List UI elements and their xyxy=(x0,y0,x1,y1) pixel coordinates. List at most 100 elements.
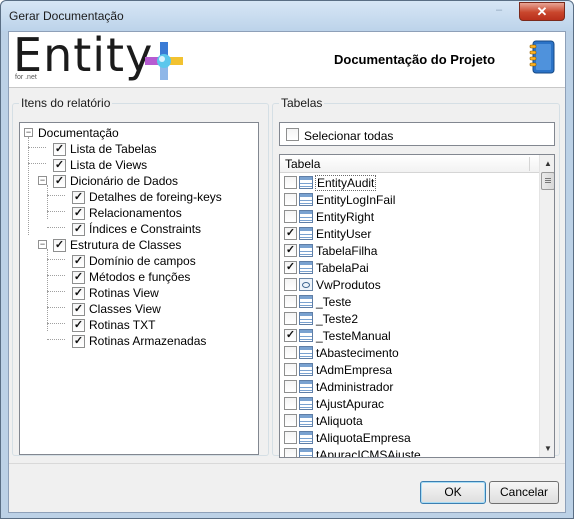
dialog-heading: Documentação do Projeto xyxy=(334,52,496,67)
checkbox-checked-icon[interactable]: ✓ xyxy=(72,207,85,220)
tree-node-dominio-campos[interactable]: ✓ Domínio de campos xyxy=(20,253,256,269)
table-row[interactable]: ✓ TabelaFilha xyxy=(280,242,539,259)
dialog-window: Gerar Documentação – ✕ Entity for .net D… xyxy=(0,0,574,519)
checkbox-unchecked-icon[interactable] xyxy=(284,210,297,223)
table-row[interactable]: _Teste xyxy=(280,293,539,310)
tree-node-classes-view[interactable]: ✓ Classes View xyxy=(20,301,256,317)
checkbox-checked-icon[interactable]: ✓ xyxy=(72,271,85,284)
table-icon xyxy=(299,295,313,308)
checkbox-checked-icon[interactable]: ✓ xyxy=(72,319,85,332)
checkbox-checked-icon[interactable]: ✓ xyxy=(72,287,85,300)
table-name: tAjustApurac xyxy=(316,397,385,411)
table-icon xyxy=(299,193,313,206)
checkbox-unchecked-icon[interactable] xyxy=(284,278,297,291)
checkbox-checked-icon[interactable]: ✓ xyxy=(53,143,66,156)
tree-node-dicionario-dados[interactable]: − ✓ Dicionário de Dados xyxy=(20,173,256,189)
table-row[interactable]: tAliquotaEmpresa xyxy=(280,429,539,446)
checkbox-unchecked-icon[interactable] xyxy=(284,397,297,410)
collapse-icon[interactable]: − xyxy=(38,176,47,185)
tree-node-rotinas-view[interactable]: ✓ Rotinas View xyxy=(20,285,256,301)
checkbox-checked-icon[interactable]: ✓ xyxy=(72,255,85,268)
column-header-tabela[interactable]: Tabela xyxy=(285,157,320,171)
checkbox-checked-icon[interactable]: ✓ xyxy=(72,335,85,348)
report-items-group: Itens do relatório − Documentação ✓ List… xyxy=(12,96,269,456)
tables-grid[interactable]: Tabela EntityAudit EntityLogInFail EntityR… xyxy=(279,154,555,458)
tree-node-label: Índices e Constraints xyxy=(89,222,202,236)
checkbox-unchecked-icon[interactable] xyxy=(284,380,297,393)
tree-node-relacionamentos[interactable]: ✓ Relacionamentos xyxy=(20,205,256,221)
table-icon xyxy=(299,380,313,393)
checkbox-checked-icon[interactable]: ✓ xyxy=(284,244,297,257)
table-row[interactable]: EntityAudit xyxy=(280,174,539,191)
table-row[interactable]: VwProdutos xyxy=(280,276,539,293)
checkbox-checked-icon[interactable]: ✓ xyxy=(53,175,66,188)
checkbox-unchecked-icon[interactable] xyxy=(284,363,297,376)
table-row[interactable]: ✓ EntityUser xyxy=(280,225,539,242)
tree-node-lista-views[interactable]: ✓ Lista de Views xyxy=(20,157,256,173)
checkbox-unchecked-icon[interactable] xyxy=(284,346,297,359)
collapse-icon[interactable]: − xyxy=(38,240,47,249)
table-name: VwProdutos xyxy=(316,278,381,292)
tables-group: Tabelas Selecionar todas Tabela EntityAu… xyxy=(272,96,560,458)
table-row[interactable]: tApuracICMSAjuste xyxy=(280,446,539,457)
report-items-tree[interactable]: − Documentação ✓ Lista de Tabelas ✓ List… xyxy=(19,122,259,455)
table-icon xyxy=(299,261,313,274)
table-row[interactable]: tAliquota xyxy=(280,412,539,429)
table-name: tAdmEmpresa xyxy=(316,363,393,377)
table-row[interactable]: _Teste2 xyxy=(280,310,539,327)
table-row[interactable]: EntityLogInFail xyxy=(280,191,539,208)
entity-logo: Entity for .net xyxy=(11,28,191,84)
table-row[interactable]: tAbastecimento xyxy=(280,344,539,361)
table-icon xyxy=(299,346,313,359)
table-row[interactable]: ✓ TabelaPai xyxy=(280,259,539,276)
table-row[interactable]: tAdmEmpresa xyxy=(280,361,539,378)
tree-node-indices[interactable]: ✓ Índices e Constraints xyxy=(20,221,256,237)
checkbox-unchecked-icon[interactable] xyxy=(284,312,297,325)
column-divider[interactable] xyxy=(529,157,530,171)
checkbox-checked-icon[interactable]: ✓ xyxy=(72,191,85,204)
table-row[interactable]: tAdministrador xyxy=(280,378,539,395)
checkbox-checked-icon[interactable]: ✓ xyxy=(53,159,66,172)
checkbox-unchecked-icon[interactable] xyxy=(284,431,297,444)
select-all-label[interactable]: Selecionar todas xyxy=(304,129,393,143)
tree-node-estrutura-classes[interactable]: − ✓ Estrutura de Classes xyxy=(20,237,256,253)
checkbox-unchecked-icon[interactable] xyxy=(284,176,297,189)
tree-node-label: Estrutura de Classes xyxy=(70,238,182,252)
checkbox-checked-icon[interactable]: ✓ xyxy=(72,303,85,316)
cancel-button[interactable]: Cancelar xyxy=(489,481,559,504)
title-bar[interactable]: Gerar Documentação – ✕ xyxy=(1,1,573,31)
table-name: _TesteManual xyxy=(316,329,391,343)
select-all-checkbox[interactable] xyxy=(286,128,299,141)
checkbox-unchecked-icon[interactable] xyxy=(284,448,297,457)
close-button[interactable]: ✕ xyxy=(519,2,565,21)
tree-node-rotinas-txt[interactable]: ✓ Rotinas TXT xyxy=(20,317,256,333)
table-name: EntityUser xyxy=(316,227,372,241)
dialog-client-area: Entity for .net Documentação do Projeto xyxy=(8,28,566,513)
checkbox-checked-icon[interactable]: ✓ xyxy=(284,261,297,274)
checkbox-checked-icon[interactable]: ✓ xyxy=(284,329,297,342)
checkbox-unchecked-icon[interactable] xyxy=(284,193,297,206)
view-eye-shape xyxy=(302,282,310,288)
tree-node-lista-tabelas[interactable]: ✓ Lista de Tabelas xyxy=(20,141,256,157)
checkbox-unchecked-icon[interactable] xyxy=(284,295,297,308)
vertical-scrollbar[interactable]: ▲ ▼ xyxy=(539,155,554,457)
checkbox-checked-icon[interactable]: ✓ xyxy=(72,223,85,236)
checkbox-unchecked-icon[interactable] xyxy=(284,414,297,427)
tree-node-detalhes-fk[interactable]: ✓ Detalhes de foreing-keys xyxy=(20,189,256,205)
window-title: Gerar Documentação xyxy=(9,9,124,23)
tree-node-metodos[interactable]: ✓ Métodos e funções xyxy=(20,269,256,285)
scroll-down-arrow-icon[interactable]: ▼ xyxy=(541,441,554,456)
checkbox-checked-icon[interactable]: ✓ xyxy=(53,239,66,252)
checkbox-checked-icon[interactable]: ✓ xyxy=(284,227,297,240)
table-row[interactable]: tAjustApurac xyxy=(280,395,539,412)
table-row[interactable]: ✓ _TesteManual xyxy=(280,327,539,344)
scroll-up-arrow-icon[interactable]: ▲ xyxy=(541,156,554,171)
scroll-thumb[interactable] xyxy=(541,172,554,190)
tree-node-rotinas-armazenadas[interactable]: ✓ Rotinas Armazenadas xyxy=(20,333,256,349)
ok-button[interactable]: OK xyxy=(420,481,486,504)
collapse-icon[interactable]: − xyxy=(24,128,33,137)
table-icon xyxy=(299,227,313,240)
tree-node-label: Relacionamentos xyxy=(89,206,182,220)
tree-node-documentacao[interactable]: − Documentação xyxy=(20,125,256,141)
table-row[interactable]: EntityRight xyxy=(280,208,539,225)
